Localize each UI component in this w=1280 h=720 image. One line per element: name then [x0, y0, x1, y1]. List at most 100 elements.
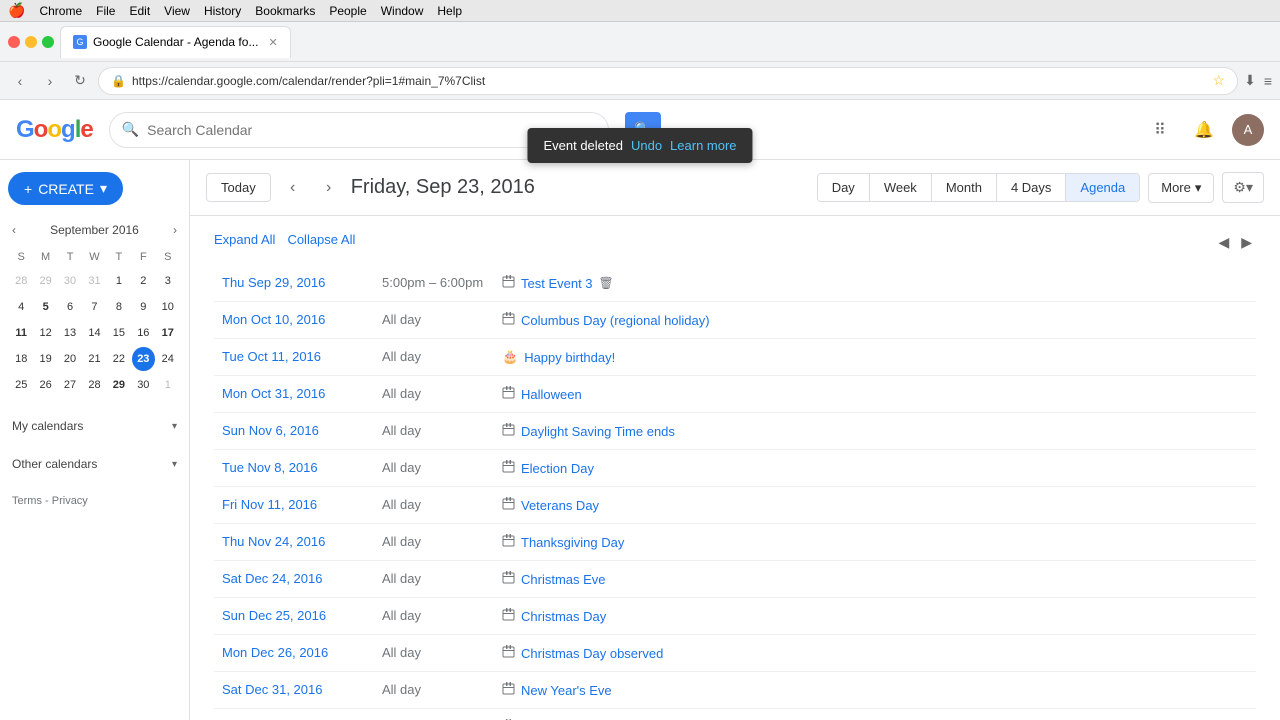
- event-title-link[interactable]: Columbus Day (regional holiday): [502, 312, 1248, 328]
- agenda-event-row[interactable]: Tue Nov 8, 2016All dayElection Day: [214, 450, 1256, 487]
- close-window-btn[interactable]: [8, 36, 20, 48]
- mini-cal-next-btn[interactable]: ›: [169, 221, 181, 239]
- mini-cal-day[interactable]: 10: [157, 295, 179, 319]
- prev-period-btn[interactable]: ‹: [279, 174, 307, 202]
- terms-link[interactable]: Terms: [12, 495, 42, 507]
- mini-cal-day[interactable]: 27: [59, 373, 81, 397]
- agenda-event-row[interactable]: Sun Nov 6, 2016All dayDaylight Saving Ti…: [214, 413, 1256, 450]
- expand-all-link[interactable]: Expand All: [214, 232, 275, 253]
- event-title-link[interactable]: Daylight Saving Time ends: [502, 423, 1248, 439]
- view-btn-agenda[interactable]: Agenda: [1066, 174, 1139, 201]
- mini-cal-day[interactable]: 31: [83, 269, 105, 293]
- refresh-btn[interactable]: ↻: [68, 69, 92, 93]
- mini-cal-day[interactable]: 14: [83, 321, 105, 345]
- mini-cal-day[interactable]: 16: [132, 321, 154, 345]
- mini-cal-day[interactable]: 20: [59, 347, 81, 371]
- event-title-link[interactable]: Christmas Day: [502, 608, 1248, 624]
- event-title-link[interactable]: Christmas Eve: [502, 571, 1248, 587]
- view-btn-week[interactable]: Week: [870, 174, 932, 201]
- event-title-link[interactable]: Test Event 3 🗑: [502, 275, 1248, 291]
- mini-cal-day[interactable]: 6: [59, 295, 81, 319]
- mini-cal-day[interactable]: 12: [34, 321, 56, 345]
- event-title-link[interactable]: Halloween: [502, 386, 1248, 402]
- mini-cal-day[interactable]: 7: [83, 295, 105, 319]
- today-button[interactable]: Today: [206, 173, 271, 202]
- download-icon[interactable]: ⬇: [1244, 72, 1256, 89]
- create-button[interactable]: + CREATE ▾: [8, 172, 123, 205]
- mini-cal-day[interactable]: 8: [108, 295, 130, 319]
- menu-history[interactable]: History: [204, 4, 241, 18]
- menu-edit[interactable]: Edit: [129, 4, 150, 18]
- tab-close-btn[interactable]: ✕: [268, 36, 277, 49]
- privacy-link[interactable]: Privacy: [52, 495, 88, 507]
- agenda-event-row[interactable]: Mon Dec 26, 2016All dayChristmas Day obs…: [214, 635, 1256, 672]
- mini-cal-day[interactable]: 28: [83, 373, 105, 397]
- list-view-next-btn[interactable]: ▶: [1237, 232, 1256, 253]
- menu-icon[interactable]: ≡: [1264, 73, 1272, 89]
- other-calendars-header[interactable]: Other calendars ▾: [8, 453, 181, 475]
- mini-cal-day[interactable]: 1: [157, 373, 179, 397]
- mini-cal-day[interactable]: 18: [10, 347, 32, 371]
- agenda-event-row[interactable]: Mon Oct 31, 2016All dayHalloween: [214, 376, 1256, 413]
- menu-bookmarks[interactable]: Bookmarks: [255, 4, 315, 18]
- collapse-all-link[interactable]: Collapse All: [287, 232, 355, 253]
- agenda-event-row[interactable]: Tue Oct 11, 2016All day🎂Happy birthday!: [214, 339, 1256, 376]
- mini-cal-day[interactable]: 17: [157, 321, 179, 345]
- mini-cal-day[interactable]: 28: [10, 269, 32, 293]
- more-views-button[interactable]: More ▾: [1148, 173, 1214, 203]
- mini-cal-day[interactable]: 4: [10, 295, 32, 319]
- agenda-event-row[interactable]: Thu Sep 29, 20165:00pm – 6:00pmTest Even…: [214, 265, 1256, 302]
- mini-cal-day[interactable]: 13: [59, 321, 81, 345]
- mini-cal-day[interactable]: 5: [34, 295, 56, 319]
- mini-cal-day[interactable]: 25: [10, 373, 32, 397]
- address-bar[interactable]: 🔒 https://calendar.google.com/calendar/r…: [98, 67, 1238, 95]
- event-title-link[interactable]: 🎂Happy birthday!: [502, 349, 1248, 365]
- apple-menu[interactable]: 🍎: [8, 2, 25, 19]
- mini-cal-day[interactable]: 22: [108, 347, 130, 371]
- back-btn[interactable]: ‹: [8, 69, 32, 93]
- mini-cal-day[interactable]: 23: [132, 347, 154, 371]
- avatar[interactable]: A: [1232, 114, 1264, 146]
- mini-cal-day[interactable]: 24: [157, 347, 179, 371]
- agenda-event-row[interactable]: Sun Dec 25, 2016All dayChristmas Day: [214, 598, 1256, 635]
- mini-cal-day[interactable]: 30: [59, 269, 81, 293]
- mini-cal-day[interactable]: 11: [10, 321, 32, 345]
- mini-cal-day[interactable]: 3: [157, 269, 179, 293]
- mini-cal-day[interactable]: 9: [132, 295, 154, 319]
- event-title-link[interactable]: Thanksgiving Day: [502, 534, 1248, 550]
- agenda-container[interactable]: Expand All Collapse All ◀ ▶ Thu Sep 29, …: [190, 216, 1280, 720]
- next-period-btn[interactable]: ›: [315, 174, 343, 202]
- mini-cal-day[interactable]: 1: [108, 269, 130, 293]
- mini-cal-day[interactable]: 29: [108, 373, 130, 397]
- my-calendars-header[interactable]: My calendars ▾: [8, 415, 181, 437]
- menu-help[interactable]: Help: [437, 4, 462, 18]
- event-title-link[interactable]: Veterans Day: [502, 497, 1248, 513]
- event-delete-icon[interactable]: 🗑: [599, 276, 614, 290]
- event-title-link[interactable]: Christmas Day observed: [502, 645, 1248, 661]
- agenda-event-row[interactable]: Sat Dec 24, 2016All dayChristmas Eve: [214, 561, 1256, 598]
- menu-people[interactable]: People: [329, 4, 366, 18]
- event-title-link[interactable]: Election Day: [502, 460, 1248, 476]
- mini-cal-day[interactable]: 21: [83, 347, 105, 371]
- apps-icon[interactable]: ⠿: [1144, 114, 1176, 146]
- maximize-window-btn[interactable]: [42, 36, 54, 48]
- mini-cal-day[interactable]: 15: [108, 321, 130, 345]
- mini-cal-day[interactable]: 19: [34, 347, 56, 371]
- mini-cal-day[interactable]: 26: [34, 373, 56, 397]
- learn-more-link[interactable]: Learn more: [670, 138, 736, 153]
- menu-window[interactable]: Window: [381, 4, 424, 18]
- menu-file[interactable]: File: [96, 4, 115, 18]
- view-btn-month[interactable]: Month: [932, 174, 997, 201]
- mini-cal-day[interactable]: 29: [34, 269, 56, 293]
- agenda-event-row[interactable]: Fri Nov 11, 2016All dayVeterans Day: [214, 487, 1256, 524]
- view-btn-4days[interactable]: 4 Days: [997, 174, 1066, 201]
- agenda-event-row[interactable]: Mon Oct 10, 2016All dayColumbus Day (reg…: [214, 302, 1256, 339]
- active-tab[interactable]: G Google Calendar - Agenda fo... ✕: [60, 26, 291, 58]
- list-view-prev-btn[interactable]: ◀: [1214, 232, 1233, 253]
- mini-cal-day[interactable]: 2: [132, 269, 154, 293]
- agenda-event-row[interactable]: Thu Nov 24, 2016All dayThanksgiving Day: [214, 524, 1256, 561]
- menu-chrome[interactable]: Chrome: [39, 4, 82, 18]
- mini-cal-day[interactable]: 30: [132, 373, 154, 397]
- undo-link[interactable]: Undo: [631, 138, 662, 153]
- menu-view[interactable]: View: [164, 4, 190, 18]
